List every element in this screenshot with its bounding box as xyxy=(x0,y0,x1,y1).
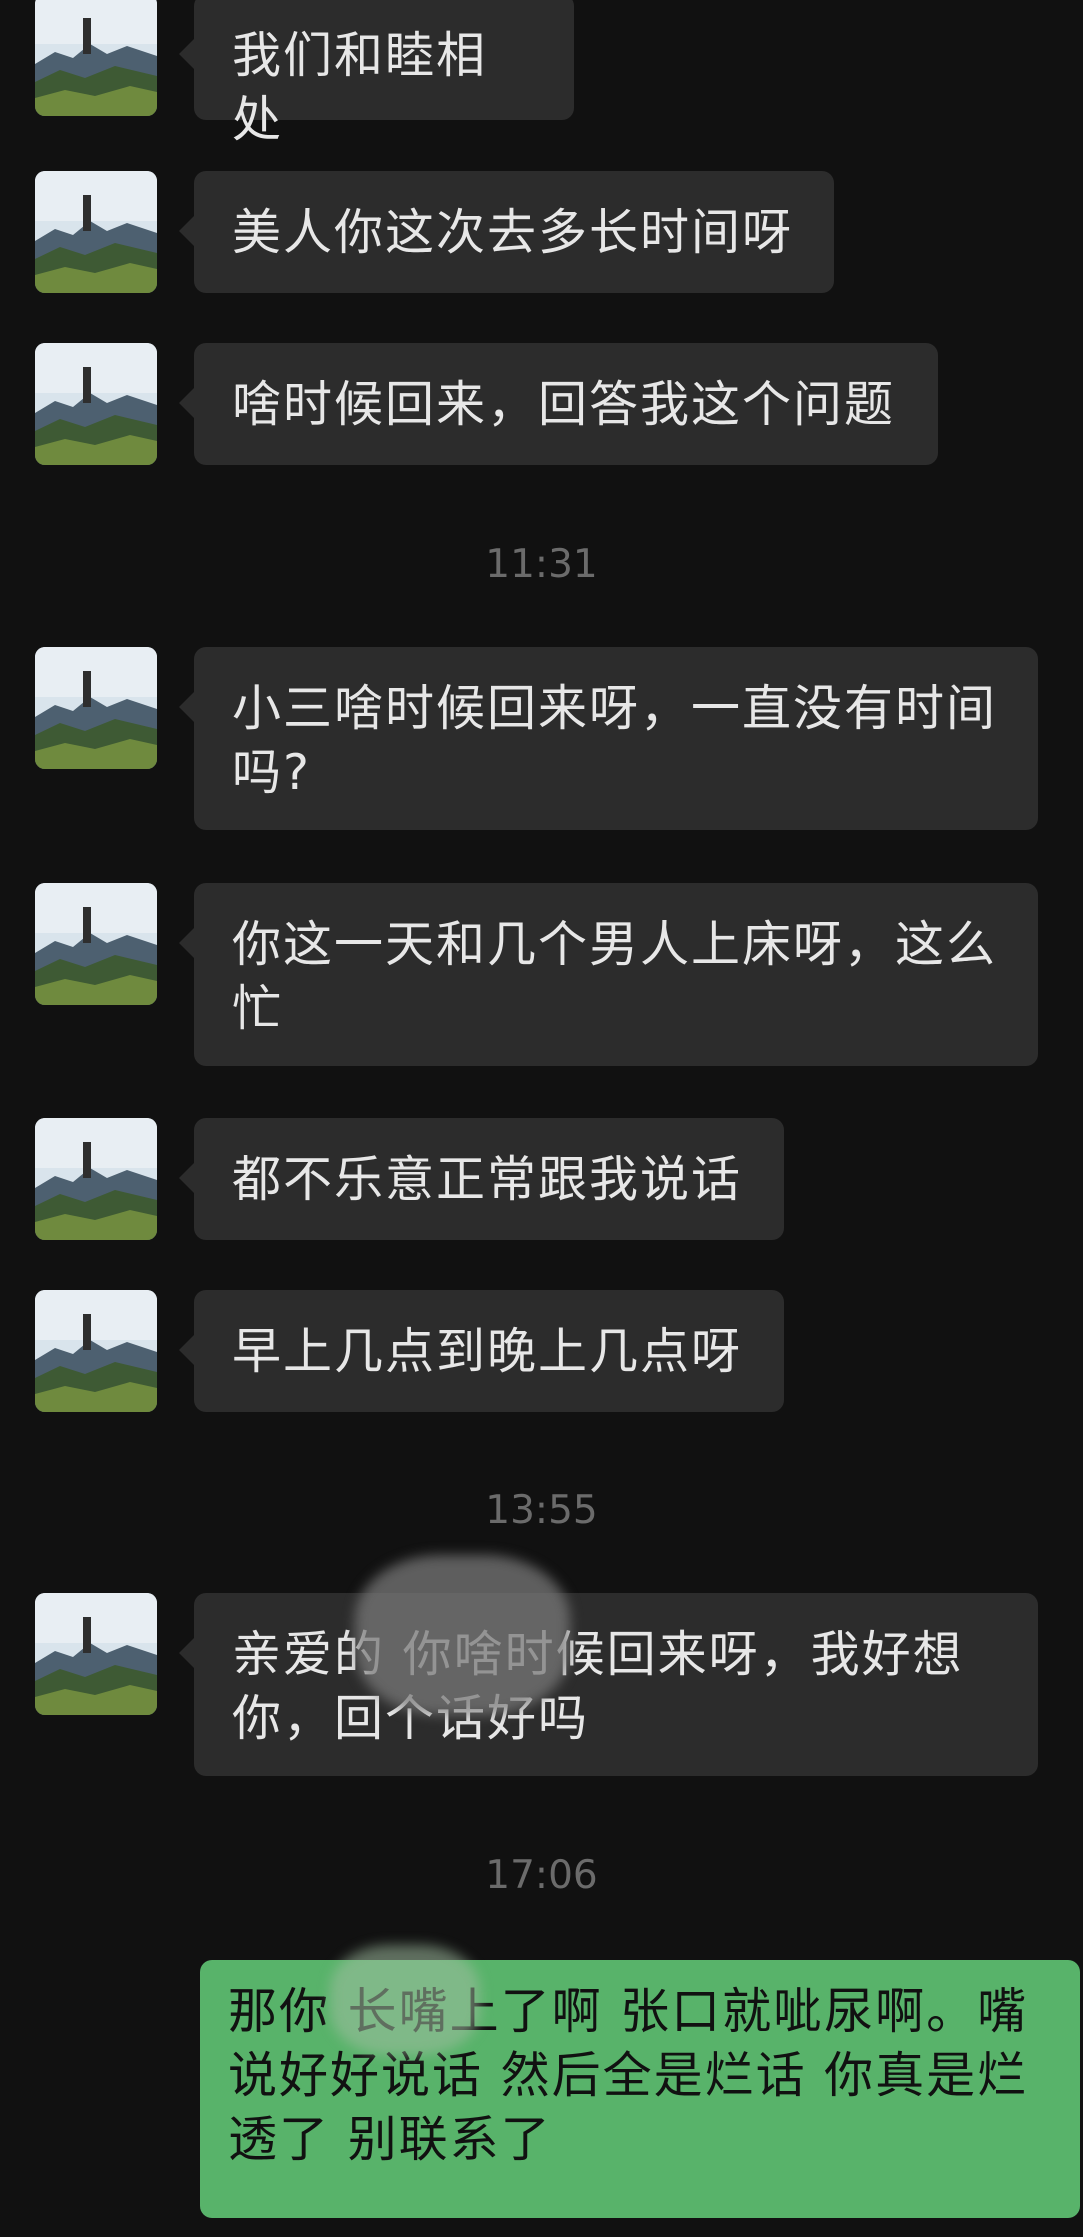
contact-avatar[interactable] xyxy=(35,1290,157,1412)
incoming-message-bubble[interactable]: 早上几点到晚上几点呀 xyxy=(179,1290,784,1412)
incoming-message-bubble[interactable]: 亲爱的 你啥时候回来呀，我好想你，回个话好吗 xyxy=(179,1593,1038,1776)
contact-avatar[interactable] xyxy=(35,343,157,465)
contact-avatar[interactable] xyxy=(35,0,157,116)
contact-avatar[interactable] xyxy=(35,1118,157,1240)
redaction-scribble xyxy=(330,1945,480,2055)
incoming-message-bubble[interactable]: 小三啥时候回来呀，一直没有时间吗? xyxy=(179,647,1038,830)
contact-avatar[interactable] xyxy=(35,171,157,293)
incoming-message-bubble[interactable]: 啥时候回来，回答我这个问题 xyxy=(179,343,938,465)
timestamp: 13:55 xyxy=(485,1488,598,1533)
timestamp: 11:31 xyxy=(485,542,598,587)
chat-message-list[interactable]: 我们和睦相处 美人你这次去多长时间呀 啥时候回来，回答我这个问题 11:31 小… xyxy=(0,0,1083,2237)
redaction-scribble xyxy=(355,1555,570,1715)
incoming-message-bubble[interactable]: 都不乐意正常跟我说话 xyxy=(179,1118,784,1240)
timestamp: 17:06 xyxy=(485,1853,598,1898)
contact-avatar[interactable] xyxy=(35,647,157,769)
incoming-message-bubble[interactable]: 我们和睦相处 xyxy=(179,0,574,148)
incoming-message-bubble[interactable]: 你这一天和几个男人上床呀，这么忙 xyxy=(179,883,1038,1066)
incoming-message-bubble[interactable]: 美人你这次去多长时间呀 xyxy=(179,171,834,293)
contact-avatar[interactable] xyxy=(35,1593,157,1715)
contact-avatar[interactable] xyxy=(35,883,157,1005)
